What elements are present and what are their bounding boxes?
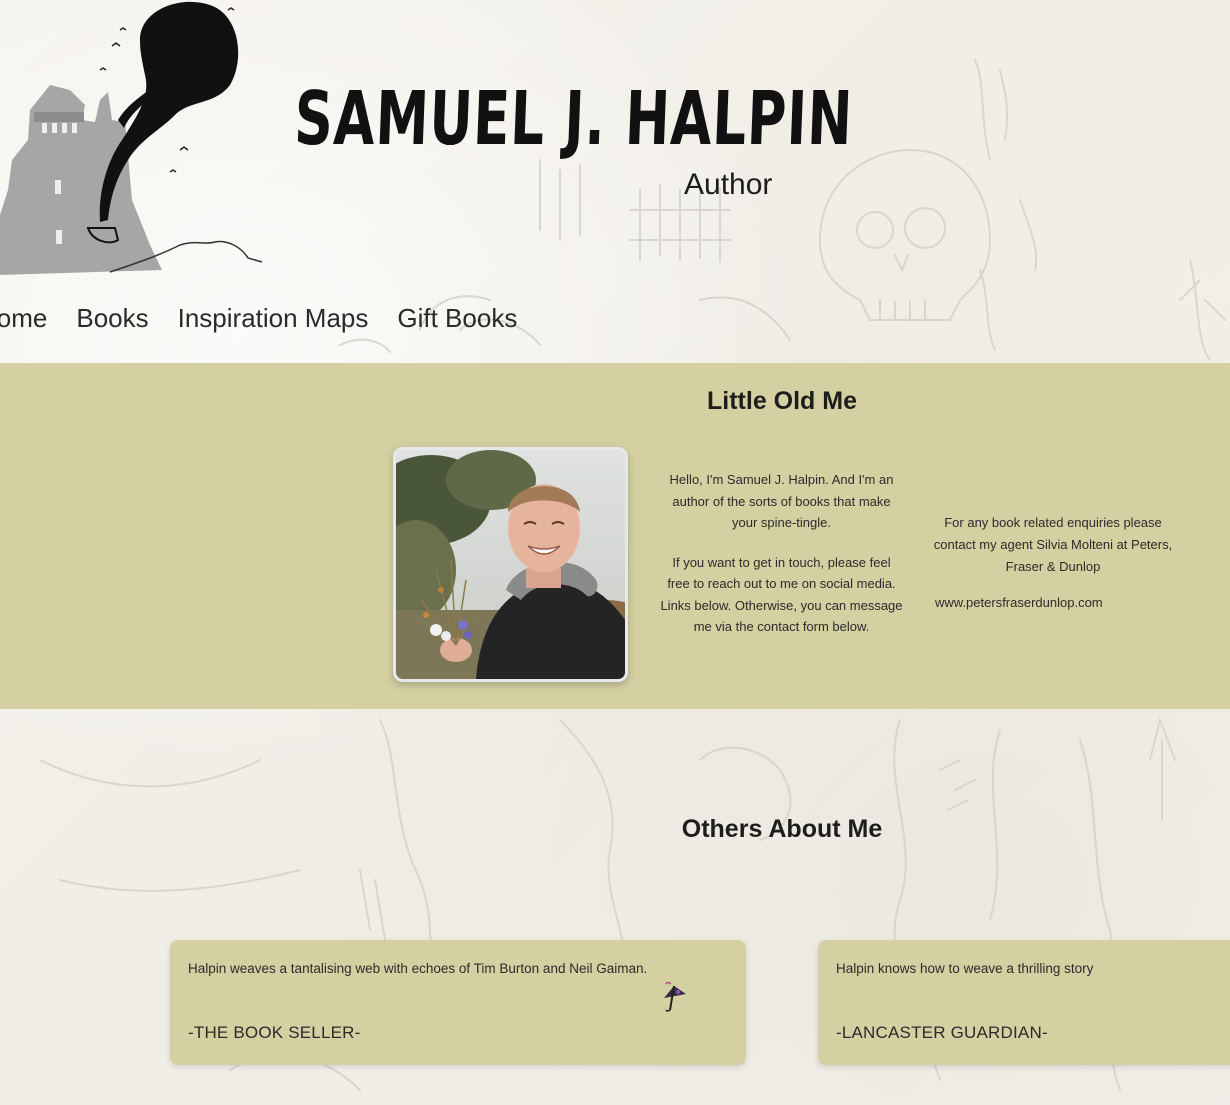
review-quote: Halpin weaves a tantalising web with ech… [188,961,648,976]
logo-illustration [0,1,263,275]
agent-website-link[interactable]: www.petersfraserdunlop.com [935,595,1103,610]
author-portrait [393,447,628,682]
review-quote: Halpin knows how to weave a thrilling st… [836,961,1094,976]
umbrella-icon [664,981,686,1012]
agent-paragraph: For any book related enquiries please co… [933,515,1173,574]
review-card: Halpin knows how to weave a thrilling st… [818,940,1230,1065]
bio-text: Hello, I'm Samuel J. Halpin. And I'm an … [660,469,903,656]
review-card: Halpin weaves a tantalising web with ech… [170,940,746,1065]
main-navigation: Home Books Inspiration Maps Gift Books [0,298,517,338]
review-source: -THE BOOK SELLER- [188,1023,361,1042]
agent-info: For any book related enquiries please co… [933,512,1173,578]
nav-link-books[interactable]: Books [76,298,148,338]
review-source: -LANCASTER GUARDIAN- [836,1023,1048,1042]
site-title: SAMUEL J. HALPIN [292,76,855,162]
others-title: Others About Me [681,815,883,843]
bio-paragraph-1: Hello, I'm Samuel J. Halpin. And I'm an … [669,472,894,530]
nav-link-home[interactable]: Home [0,298,47,338]
bio-paragraph-2: If you want to get in touch, please feel… [660,554,903,635]
site-subtitle: Author [684,168,773,201]
nav-link-gift-books[interactable]: Gift Books [397,298,517,338]
nav-link-inspiration-maps[interactable]: Inspiration Maps [178,298,369,338]
portrait-photo [396,450,625,679]
about-section: Little Old Me Hello, I'm Samuel J. Halpi… [0,363,1230,709]
about-title: Little Old Me [707,387,857,415]
